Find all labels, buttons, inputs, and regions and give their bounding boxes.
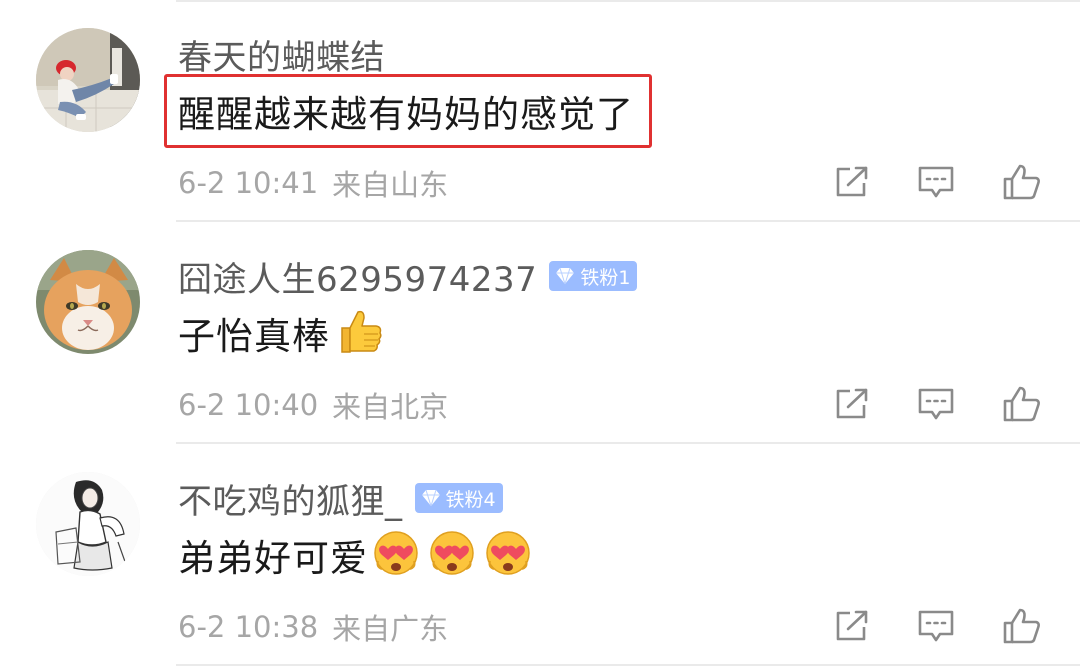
comment-meta: 6-2 10:40 来自北京: [178, 385, 448, 425]
username[interactable]: 春天的蝴蝶结: [178, 30, 385, 79]
comment-time: 6-2 10:41: [178, 166, 319, 200]
comment-divider: [176, 664, 1080, 666]
comment-content: 弟弟好可爱: [178, 528, 532, 582]
comment-content: 子怡真棒: [178, 306, 384, 360]
comment-location: 来自山东: [332, 168, 449, 202]
heart-eyes-icon: [374, 531, 418, 575]
comment-icon: [918, 610, 954, 642]
comment-location: 来自广东: [332, 612, 449, 646]
username-row: 囧途人生6295974237 铁粉1: [178, 252, 638, 301]
comment-text: 弟弟好可爱: [178, 537, 368, 580]
user-avatar[interactable]: [36, 472, 140, 576]
thumbs-up-outline-icon: [1003, 164, 1040, 200]
thumbs-up-icon: [341, 310, 382, 353]
reply-button[interactable]: [914, 382, 958, 426]
user-avatar[interactable]: [36, 250, 140, 354]
username-row: 春天的蝴蝶结: [178, 30, 385, 78]
fan-badge[interactable]: 铁粉4: [414, 483, 503, 513]
reply-button[interactable]: [914, 160, 958, 204]
diamond-icon: [421, 489, 440, 507]
comment-meta: 6-2 10:41 来自山东: [178, 163, 448, 203]
thumbs-up-outline-icon: [1003, 608, 1040, 644]
share-icon: [836, 610, 868, 641]
comment-item: 春天的蝴蝶结 醒醒越来越有妈妈的感觉了 6-2 10:41 来自山东: [0, 0, 1080, 222]
thumbs-up-emoji: [334, 306, 384, 360]
comment-time: 6-2 10:38: [178, 610, 319, 644]
fan-badge-label: 铁粉1: [580, 266, 631, 289]
like-button[interactable]: [1000, 604, 1044, 648]
heart-eyes-emoji: [372, 529, 420, 581]
username-row: 不吃鸡的狐狸_ 铁粉4: [178, 474, 503, 522]
username[interactable]: 不吃鸡的狐狸_: [178, 474, 403, 523]
reply-button[interactable]: [914, 604, 958, 648]
heart-eyes-icon: [430, 531, 474, 575]
avatar-cat-photo-icon: [36, 250, 140, 354]
comment-item: 不吃鸡的狐狸_ 铁粉4 弟弟好可爱 6-2 10:38 来自广东: [0, 444, 1080, 666]
highlight-box: [164, 74, 652, 148]
heart-eyes-emoji: [484, 529, 532, 581]
avatar-sketch-girl-icon: [36, 472, 140, 576]
comment-item: 囧途人生6295974237 铁粉1 子怡真棒 6-2 10:40 来自北京: [0, 222, 1080, 444]
comment-icon: [918, 166, 954, 198]
like-button[interactable]: [1000, 160, 1044, 204]
share-button[interactable]: [830, 604, 874, 648]
comment-location: 来自北京: [332, 390, 449, 424]
heart-eyes-emoji: [428, 529, 476, 581]
fan-badge[interactable]: 铁粉1: [549, 261, 638, 291]
diamond-icon: [556, 267, 575, 285]
comment-time: 6-2 10:40: [178, 388, 319, 422]
like-button[interactable]: [1000, 382, 1044, 426]
share-icon: [836, 166, 868, 197]
avatar-girl-photo-icon: [36, 28, 140, 132]
share-button[interactable]: [830, 160, 874, 204]
comment-text: 子怡真棒: [178, 315, 330, 358]
share-icon: [836, 388, 868, 419]
comment-icon: [918, 388, 954, 420]
username[interactable]: 囧途人生6295974237: [178, 252, 537, 301]
comment-meta: 6-2 10:38 来自广东: [178, 607, 448, 647]
share-button[interactable]: [830, 382, 874, 426]
user-avatar[interactable]: [36, 28, 140, 132]
heart-eyes-icon: [486, 531, 530, 575]
fan-badge-label: 铁粉4: [445, 488, 496, 511]
thumbs-up-outline-icon: [1003, 386, 1040, 422]
